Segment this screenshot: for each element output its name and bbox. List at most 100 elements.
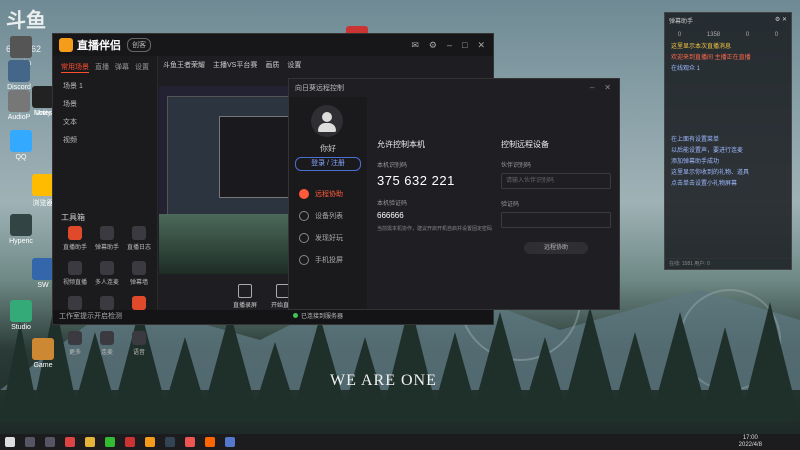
remote-minimize-icon[interactable]: – bbox=[590, 83, 594, 92]
desktop-icon[interactable]: Discord bbox=[0, 60, 38, 91]
left-tab[interactable]: 常用场景 bbox=[61, 62, 89, 73]
online-dot-icon bbox=[293, 313, 298, 318]
left-tab[interactable]: 弹幕 bbox=[115, 62, 129, 73]
remote-menu-item[interactable]: 设备列表 bbox=[299, 211, 343, 221]
device-id[interactable]: 375 632 221 bbox=[377, 173, 497, 188]
counter-value: 0 bbox=[677, 32, 682, 38]
desktop-icon[interactable]: Game bbox=[24, 338, 62, 369]
remote-menu-item[interactable]: 手机投屏 bbox=[299, 255, 343, 265]
chat-message: 添加弹幕助手成功 bbox=[671, 159, 720, 165]
pw-label: 本机验证码 bbox=[377, 201, 408, 207]
left-tabs: 常用场景 直播 弹幕 设置 bbox=[53, 56, 157, 77]
scene-sub-item[interactable]: 场景 bbox=[53, 95, 157, 113]
netease-icon[interactable] bbox=[125, 437, 135, 447]
remote-menu-label: 设备列表 bbox=[315, 213, 343, 220]
desktop-icon[interactable]: AudioP bbox=[0, 90, 38, 121]
scene-item[interactable]: 场景 1 bbox=[53, 77, 157, 95]
preview-header-item[interactable]: 主播VS平台赛 bbox=[213, 60, 257, 70]
danmaku-settings-icon[interactable]: ⚙ ✕ bbox=[775, 16, 787, 25]
preview-header: 斗鱼王者荣耀 主播VS平台赛 画质 设置 bbox=[163, 58, 483, 72]
tool-icon bbox=[132, 226, 146, 240]
desktop-icon[interactable]: Studio bbox=[2, 300, 40, 331]
allow-control-section: 允许控制本机 本机识别码 375 632 221 本机验证码 666666 当前… bbox=[377, 139, 497, 233]
tool-item[interactable]: 更多 bbox=[59, 331, 91, 356]
scene-sub-item[interactable]: 视频 bbox=[53, 131, 157, 149]
bottom-button[interactable]: 直播录屏 bbox=[233, 284, 257, 309]
chat-message: 这里显示你收到的礼物、道具 bbox=[671, 170, 750, 176]
danmaku-footer: 在线: 1581 用户: 0 bbox=[665, 258, 791, 269]
app-title: 直播伴侣 bbox=[77, 40, 121, 52]
control-title: 控制远程设备 bbox=[501, 140, 549, 149]
remote-menu-item[interactable]: 发现好玩 bbox=[299, 233, 343, 243]
tool-icon bbox=[68, 261, 82, 275]
app-icon[interactable] bbox=[145, 437, 155, 447]
settings-icon[interactable]: ⚙ bbox=[429, 40, 437, 51]
tool-item[interactable]: 连麦 bbox=[91, 331, 123, 356]
tool-item[interactable]: 直播助手 bbox=[59, 226, 91, 251]
chat-message: 在线观众 1 bbox=[671, 66, 701, 72]
preview-header-item[interactable]: 画质 bbox=[265, 60, 279, 70]
app-titlebar: 直播伴侣 创客 ✉ ⚙ – □ ✕ bbox=[53, 34, 493, 56]
minimize-icon[interactable]: – bbox=[447, 40, 452, 51]
danmaku-messages: 这里显示本次直播消息 欢迎来到直播间 主播正在直播 在线观众 1 在上面有设置菜单 以后… bbox=[665, 42, 791, 190]
preview-header-item[interactable]: 设置 bbox=[287, 60, 301, 70]
menu-icon bbox=[299, 233, 309, 243]
tool-item[interactable]: 语音 bbox=[123, 331, 155, 356]
left-tab[interactable]: 直播 bbox=[95, 62, 109, 73]
bottom-button-label: 直播录屏 bbox=[233, 303, 258, 309]
tool-icon bbox=[132, 261, 146, 275]
tool-item[interactable]: 视频直播 bbox=[59, 261, 91, 286]
discord-icon[interactable] bbox=[225, 437, 235, 447]
chat-message: 这里显示本次直播消息 bbox=[671, 44, 732, 50]
tool-label: 弹幕助手 bbox=[94, 245, 119, 251]
desktop-icon-label: Game bbox=[33, 362, 53, 369]
message-icon[interactable]: ✉ bbox=[411, 40, 419, 51]
desktop-icon[interactable]: Hyperic bbox=[2, 214, 40, 245]
wechat-icon[interactable] bbox=[105, 437, 115, 447]
login-button[interactable]: 登录 / 注册 bbox=[295, 157, 361, 171]
menu-icon bbox=[299, 211, 309, 221]
verify-code-input[interactable] bbox=[501, 212, 611, 228]
chat-message: 在上面有设置菜单 bbox=[671, 137, 720, 143]
version-badge[interactable]: 创客 bbox=[127, 38, 151, 52]
remote-menu-label: 远程协助 bbox=[315, 191, 343, 198]
desktop-icon-label: QQ bbox=[15, 154, 27, 161]
start-icon[interactable] bbox=[5, 437, 15, 447]
tool-icon bbox=[132, 296, 146, 310]
taskview-icon[interactable] bbox=[45, 437, 55, 447]
maximize-icon[interactable]: □ bbox=[462, 40, 467, 51]
tool-item[interactable]: 直播日志 bbox=[123, 226, 155, 251]
preview-header-item[interactable]: 斗鱼王者荣耀 bbox=[163, 60, 205, 70]
chat-message: 以后能设置声，要进行连麦 bbox=[671, 148, 744, 154]
tool-item[interactable]: 弹幕助手 bbox=[91, 226, 123, 251]
peer-id-input[interactable]: 请输入伙伴识别码 bbox=[501, 173, 611, 189]
remote-menu-item[interactable]: 远程协助 bbox=[299, 189, 343, 199]
status-bar: 工作室提示开启检测 bbox=[53, 310, 493, 324]
tool-label: 视频直播 bbox=[62, 280, 87, 286]
chrome-icon[interactable] bbox=[65, 437, 75, 447]
connection-status-text: 已连接到服务器 bbox=[301, 314, 344, 320]
bottom-button-icon bbox=[238, 284, 252, 298]
avatar[interactable] bbox=[311, 105, 343, 137]
left-panel: 常用场景 直播 弹幕 设置 场景 1 场景 文本 视频 工具箱 直播助手 弹幕助手 直播日志视… bbox=[53, 56, 158, 356]
search-icon[interactable] bbox=[25, 437, 35, 447]
folder-icon[interactable] bbox=[85, 437, 95, 447]
control-remote-section: 控制远程设备 伙伴识别码 请输入伙伴识别码 验证码 远程协助 bbox=[501, 139, 611, 254]
close-icon[interactable]: ✕ bbox=[477, 40, 485, 51]
tip-text: 当前需本机协作，建议开启开机自启并设置固定密码 bbox=[377, 226, 493, 232]
device-password[interactable]: 666666 bbox=[377, 211, 497, 220]
desktop-icon[interactable]: QQ bbox=[2, 130, 40, 161]
desktop-icon-label: Studio bbox=[11, 324, 31, 331]
connect-button[interactable]: 远程协助 bbox=[524, 242, 588, 254]
scene-sub-item[interactable]: 文本 bbox=[53, 113, 157, 131]
tool-item[interactable]: 弹幕墙 bbox=[123, 261, 155, 286]
steam-icon[interactable] bbox=[165, 437, 175, 447]
tool-item[interactable]: 多人连麦 bbox=[91, 261, 123, 286]
left-tab[interactable]: 设置 bbox=[135, 62, 149, 73]
taskbar-clock[interactable]: 17:00 2022/4/8 bbox=[739, 435, 762, 449]
remote-close-icon[interactable]: ✕ bbox=[604, 83, 611, 92]
app-icon bbox=[32, 174, 54, 196]
douyu-icon[interactable] bbox=[205, 437, 215, 447]
desktop-icon-label: Hyperic bbox=[9, 238, 33, 245]
sunlogin-icon[interactable] bbox=[185, 437, 195, 447]
